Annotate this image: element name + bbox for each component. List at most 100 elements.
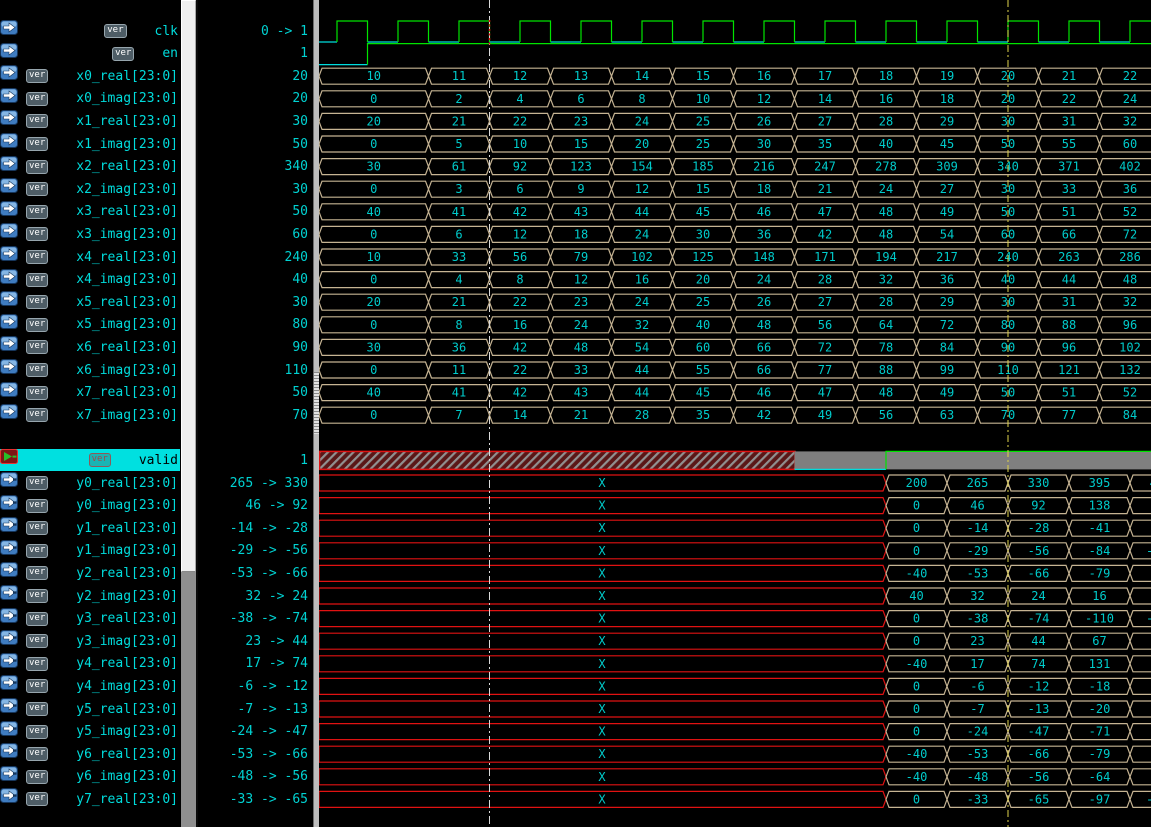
wave-row-y2_imag[23:0][interactable]: X403224168 [319,588,1151,604]
wave-row-y0_real[23:0][interactable]: X200265330395460 [319,475,1151,491]
signal-row-x3_imag[23:0][interactable]: verx3_imag[23:0] [0,223,180,245]
signal-row-y4_imag[23:0][interactable]: very4_imag[23:0] [0,675,180,697]
signal-row-x7_imag[23:0][interactable]: verx7_imag[23:0] [0,404,180,426]
wave-row-y3_imag[23:0][interactable]: X023446789 [319,633,1151,649]
wave-row-x2_real[23:0][interactable]: 306192123154185216247278309340371402 [319,159,1151,175]
names-scrollbar[interactable] [181,0,198,827]
wave-row-y0_imag[23:0][interactable]: X04692138184 [319,498,1151,514]
wave-row-x0_imag[23:0][interactable]: 024681012141618202224 [319,91,1151,107]
wave-row-x0_real[23:0][interactable]: 10111213141516171819202122 [319,68,1151,84]
bus-value: 28 [635,408,649,422]
bus-value: 25 [696,114,710,128]
wave-row-x6_imag[23:0][interactable]: 0112233445566778899110121132 [319,362,1151,378]
signal-row-x5_imag[23:0][interactable]: verx5_imag[23:0] [0,314,180,336]
wave-row-valid[interactable] [320,451,1151,469]
wave-row-x2_imag[23:0][interactable]: 0369121518212427303336 [319,181,1151,197]
wave-row-y4_real[23:0][interactable]: X-401774131188 [319,656,1151,672]
bus-value: 217 [936,250,958,264]
bus-value: -129 [1146,792,1151,806]
signal-name: x3_real[23:0] [76,204,178,219]
bus-value: 24 [1031,589,1045,603]
bus-value: 148 [753,250,775,264]
wave-row-y7_real[23:0][interactable]: X0-33-65-97-129 [319,791,1151,807]
signal-row-x6_imag[23:0][interactable]: verx6_imag[23:0] [0,359,180,381]
signal-row-en[interactable]: veren [0,43,180,65]
wave-row-x4_imag[23:0][interactable]: 04812162024283236404448 [319,272,1151,288]
signal-row-valid[interactable]: vervalid [0,449,180,471]
signal-row-y0_real[23:0][interactable]: very0_real[23:0] [0,472,180,494]
bus-value: 24 [1123,92,1137,106]
bus-value: 49 [940,205,954,219]
wave-row-y5_imag[23:0][interactable]: X0-24-47-71-94 [319,724,1151,740]
bus-value: -66 [1028,566,1050,580]
signal-row-x0_real[23:0][interactable]: verx0_real[23:0] [0,65,180,87]
signal-row-x7_real[23:0][interactable]: verx7_real[23:0] [0,382,180,404]
signal-row-y3_imag[23:0][interactable]: very3_imag[23:0] [0,630,180,652]
signal-row-y2_imag[23:0][interactable]: very2_imag[23:0] [0,585,180,607]
signal-row-x2_real[23:0][interactable]: verx2_real[23:0] [0,156,180,178]
wave-row-x5_real[23:0][interactable]: 20212223242526272829303132 [319,294,1151,310]
bus-value: 0 [370,182,377,196]
ver-badge: ver [26,273,48,287]
wave-row-y1_real[23:0][interactable]: X0-14-28-41-55 [319,520,1151,536]
scrollbar-thumb[interactable] [181,0,196,572]
signal-value-row-x4_imag[23:0]: 40 [198,269,313,291]
output-port-icon [53,476,71,491]
wave-row-y4_imag[23:0][interactable]: X0-6-12-18-24 [319,678,1151,694]
wave-row-en[interactable] [319,44,1151,65]
signal-row-x4_real[23:0][interactable]: verx4_real[23:0] [0,246,180,268]
signal-row-x1_real[23:0][interactable]: verx1_real[23:0] [0,110,180,132]
signal-row-x4_imag[23:0][interactable]: verx4_imag[23:0] [0,269,180,291]
bus-value: 0 [913,499,920,513]
signal-row-y7_real[23:0][interactable]: very7_real[23:0] [0,788,180,810]
wave-row-y2_real[23:0][interactable]: X-40-53-66-79-92 [319,565,1151,581]
wave-row-y6_real[23:0][interactable]: X-40-53-66-79-92 [319,746,1151,762]
signal-value: 60 [292,227,308,242]
signal-row-y2_real[23:0][interactable]: very2_real[23:0] [0,562,180,584]
signal-value-row-y5_imag[23:0]: -24 -> -47 [198,721,313,743]
signal-row-y5_imag[23:0][interactable]: very5_imag[23:0] [0,721,180,743]
bus-value: 18 [879,69,893,83]
signal-value-row-y7_real[23:0]: -33 -> -65 [198,788,313,810]
signal-value: 50 [292,204,308,219]
bus-value: 27 [940,182,954,196]
wave-row-x3_real[23:0][interactable]: 40414243444546474849505152 [319,204,1151,220]
wave-row-x1_real[23:0][interactable]: 20212223242526272829303132 [319,113,1151,129]
wave-row-x6_real[23:0][interactable]: 303642485460667278849096102 [319,339,1151,355]
signal-row-x0_imag[23:0][interactable]: verx0_imag[23:0] [0,88,180,110]
signal-row-y3_real[23:0][interactable]: very3_real[23:0] [0,608,180,630]
wave-row-x3_imag[23:0][interactable]: 061218243036424854606672 [319,226,1151,242]
bus-value: 265 [967,476,989,490]
signal-row-x6_real[23:0][interactable]: verx6_real[23:0] [0,336,180,358]
signal-value: 240 [285,250,308,265]
bus-value: 12 [574,273,588,287]
bus-value: 55 [696,363,710,377]
wave-row-x7_imag[23:0][interactable]: 071421283542495663707784 [319,407,1151,423]
wave-row-y6_imag[23:0][interactable]: X-40-48-56-64-72 [319,769,1151,785]
wave-row-x7_real[23:0][interactable]: 40414243444546474849505152 [319,385,1151,401]
wave-row-y1_imag[23:0][interactable]: X0-29-56-84-112 [319,543,1151,559]
signal-row-y0_imag[23:0][interactable]: very0_imag[23:0] [0,495,180,517]
signal-value-row-valid: 1 [198,449,313,471]
signal-row-x2_imag[23:0][interactable]: verx2_imag[23:0] [0,178,180,200]
signal-row-y5_real[23:0][interactable]: very5_real[23:0] [0,698,180,720]
wave-row-x5_imag[23:0][interactable]: 081624324048566472808896 [319,317,1151,333]
bus-value: -18 [1089,679,1111,693]
wave-row-y3_real[23:0][interactable]: X0-38-74-110-146 [319,611,1151,627]
signal-name: x2_imag[23:0] [76,182,178,197]
signal-row-y6_imag[23:0][interactable]: very6_imag[23:0] [0,766,180,788]
signal-row-y1_real[23:0][interactable]: very1_real[23:0] [0,517,180,539]
signal-row-x1_imag[23:0][interactable]: verx1_imag[23:0] [0,133,180,155]
wave-row-y5_real[23:0][interactable]: X0-7-13-20-26 [319,701,1151,717]
input-port-icon [53,159,71,174]
signal-row-y4_real[23:0][interactable]: very4_real[23:0] [0,653,180,675]
wave-row-clk[interactable] [319,21,1151,42]
signal-row-x5_real[23:0][interactable]: verx5_real[23:0] [0,291,180,313]
signal-row-clk[interactable]: verclk [0,20,180,42]
wave-row-x4_real[23:0][interactable]: 10335679102125148171194217240263286 [319,249,1151,265]
signal-name: y0_real[23:0] [76,476,178,491]
signal-row-y1_imag[23:0][interactable]: very1_imag[23:0] [0,540,180,562]
signal-row-y6_real[23:0][interactable]: very6_real[23:0] [0,743,180,765]
wave-row-x1_imag[23:0][interactable]: 051015202530354045505560 [319,136,1151,152]
signal-row-x3_real[23:0][interactable]: verx3_real[23:0] [0,201,180,223]
